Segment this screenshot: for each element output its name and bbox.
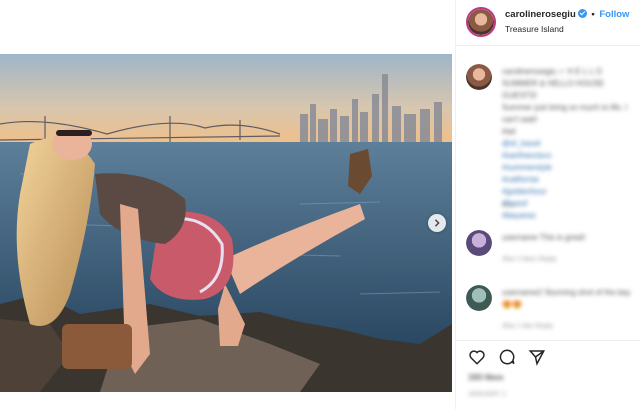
caption-mention[interactable]: @sf_travel xyxy=(502,138,636,150)
caption-hashtag[interactable]: #bayarea xyxy=(502,210,636,222)
caption-hashtag[interactable]: #sanfrancisco xyxy=(502,150,636,162)
author-avatar[interactable] xyxy=(466,7,496,37)
like-count[interactable]: 193 likes xyxy=(468,372,503,382)
share-icon xyxy=(528,350,545,366)
follow-button[interactable]: Follow xyxy=(599,9,629,20)
photo-scene xyxy=(0,54,452,392)
heart-icon xyxy=(469,350,485,365)
commenter-avatar[interactable] xyxy=(466,230,492,256)
share-button[interactable] xyxy=(528,348,546,366)
post-side-panel: carolinerosegiu • Follow Treasure Island… xyxy=(455,0,640,409)
post-media-area xyxy=(0,0,455,409)
caption-hashtag[interactable]: #lovesf xyxy=(502,198,636,210)
next-photo-button[interactable] xyxy=(428,214,446,232)
caption-hashtag[interactable]: #california xyxy=(502,174,636,186)
commenter-avatar[interactable] xyxy=(466,285,492,311)
post-location[interactable]: Treasure Island xyxy=(505,24,564,34)
caption-text: carolinerosegiu ✓ H E L L O SUMMER & HEL… xyxy=(502,66,636,222)
post-date: JANUARY 1 xyxy=(468,391,507,398)
like-button[interactable] xyxy=(468,348,486,366)
comment-meta: 45w 2 likes Reply xyxy=(502,256,557,263)
caption-line: #ad xyxy=(502,127,516,136)
comment-button[interactable] xyxy=(498,348,516,366)
post-actions-bar xyxy=(456,340,640,370)
caption-avatar[interactable] xyxy=(466,64,492,90)
caption-line: Summer just bring so much to life. I can… xyxy=(502,103,628,124)
comment-text: username This is great! xyxy=(502,233,586,242)
chevron-right-icon xyxy=(434,219,440,227)
comment-item: username This is great! 45w 2 likes Repl… xyxy=(466,230,636,270)
caption-hashtag[interactable]: #summerstyle xyxy=(502,162,636,174)
caption-meta: 45w xyxy=(502,202,515,209)
post-photo[interactable] xyxy=(0,54,452,392)
post-header: carolinerosegiu • Follow Treasure Island xyxy=(456,0,640,46)
caption-line: carolinerosegiu ✓ H E L L O xyxy=(502,67,602,76)
caption-hashtag[interactable]: #goldenhour xyxy=(502,186,636,198)
comment-text: username2 Stunning shot of the bay 😍😍 xyxy=(502,288,631,309)
separator-dot: • xyxy=(591,9,595,20)
comment-item: username2 Stunning shot of the bay 😍😍 45… xyxy=(466,285,636,330)
author-username[interactable]: carolinerosegiu xyxy=(505,9,576,20)
verified-badge-icon xyxy=(577,9,587,18)
comment-icon xyxy=(499,349,515,365)
comment-meta: 45w 1 like Reply xyxy=(502,323,553,330)
caption-line: SUMMER & HELLO HOUSE GUESTS! xyxy=(502,79,605,100)
caption-comment: carolinerosegiu ✓ H E L L O SUMMER & HEL… xyxy=(466,64,636,220)
